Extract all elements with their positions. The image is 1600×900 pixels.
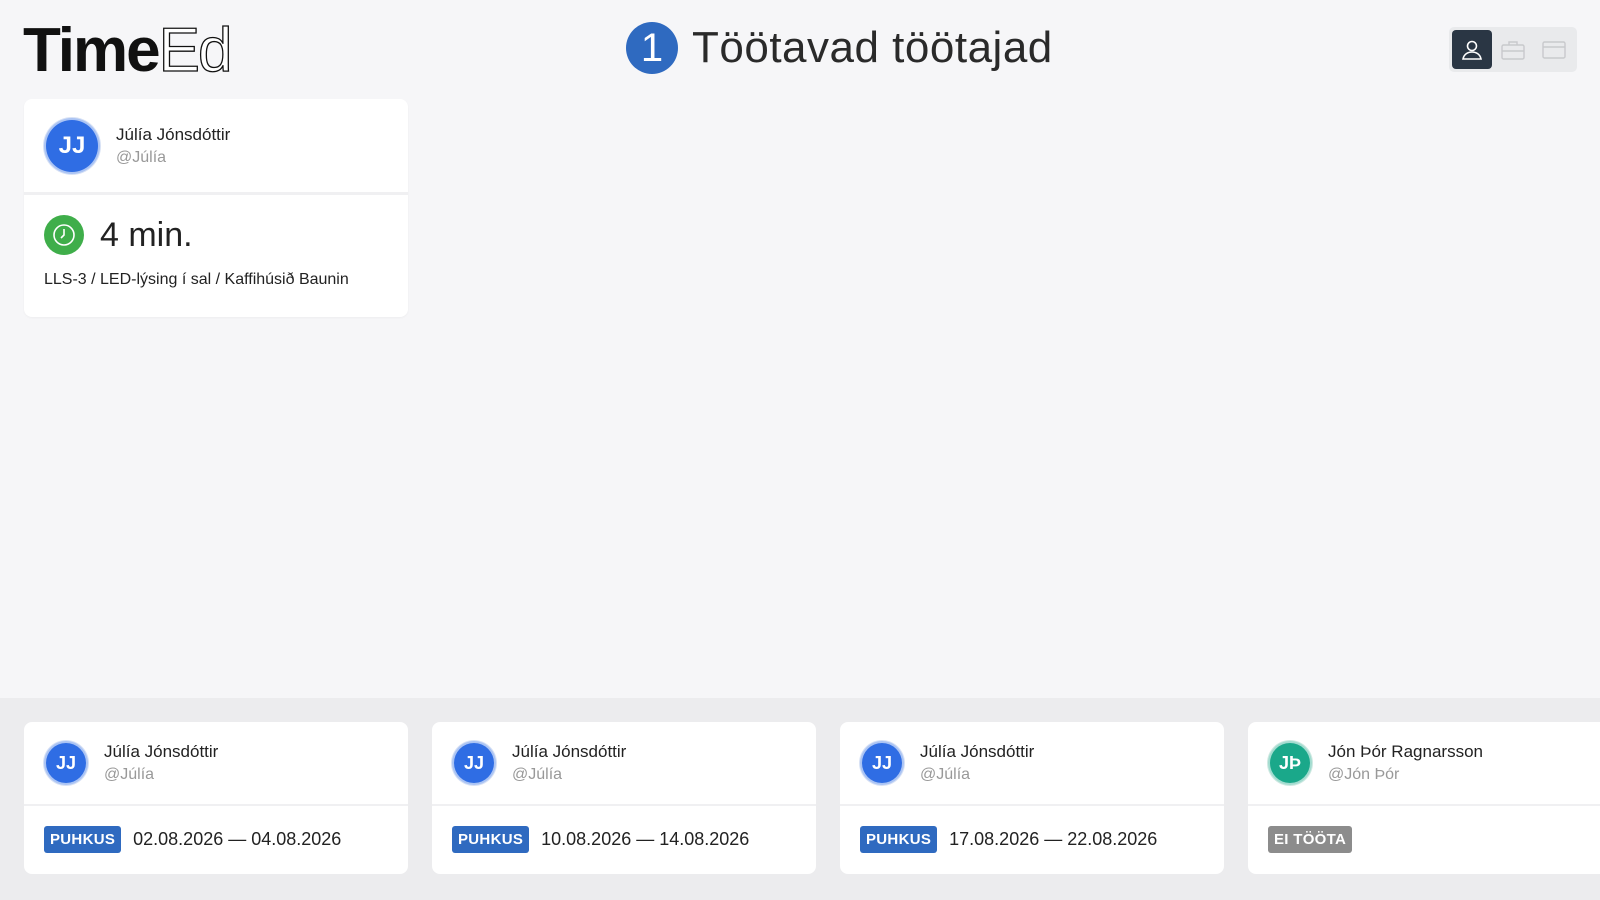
view-projects-button[interactable]: [1493, 30, 1533, 69]
view-cards-button[interactable]: [1534, 30, 1574, 69]
employee-name: Júlía Jónsdóttir: [104, 742, 219, 761]
view-employees-button[interactable]: [1452, 30, 1492, 69]
employee-handle: @Júlía: [116, 148, 167, 166]
logo-light-text: Ed: [158, 15, 233, 85]
employee-handle: @Jón Þór: [1328, 766, 1400, 783]
timeed-logo: Time Ed: [23, 15, 233, 86]
date-range: 02.08.2026 — 04.08.2026: [133, 829, 342, 849]
employee-header: JJ Júlía Jónsdóttir @Júlía: [24, 99, 408, 195]
status-badge: EI TÖÖTA: [1268, 826, 1353, 853]
card-icon: [1542, 40, 1566, 59]
avatar: JJ: [452, 741, 496, 785]
elapsed-time: 4 min.: [100, 215, 193, 254]
employee-name: Júlía Jónsdóttir: [116, 124, 231, 144]
schedule-strip: JJ Júlía Jónsdóttir @Júlía PUHKUS 02.08.…: [0, 698, 1600, 900]
page-header: 1 Töötavad töötajad: [626, 22, 1053, 74]
employee-name: Júlía Jónsdóttir: [920, 742, 1035, 761]
active-count-badge: 1: [626, 22, 678, 74]
employee-handle: @Júlía: [920, 766, 971, 783]
employee-handle: @Júlía: [512, 766, 563, 783]
view-switch: [1449, 27, 1577, 72]
avatar: JJ: [44, 741, 88, 785]
employee-name: Jón Þór Ragnarsson: [1328, 742, 1483, 761]
status-badge: PUHKUS: [860, 826, 938, 853]
schedule-card[interactable]: JJ Júlía Jónsdóttir @Júlía PUHKUS 02.08.…: [24, 722, 408, 874]
employee-handle: @Júlía: [104, 766, 155, 783]
avatar: JÞ: [1268, 741, 1312, 785]
schedule-card[interactable]: JÞ Jón Þór Ragnarsson @Jón Þór EI TÖÖTA: [1248, 722, 1600, 874]
clock-icon: [44, 215, 84, 255]
page-title: Töötavad töötajad: [692, 23, 1053, 72]
schedule-card[interactable]: JJ Júlía Jónsdóttir @Júlía PUHKUS 10.08.…: [432, 722, 816, 874]
date-range: 17.08.2026 — 22.08.2026: [949, 829, 1158, 849]
briefcase-icon: [1501, 40, 1525, 60]
status-badge: PUHKUS: [452, 826, 530, 853]
avatar: JJ: [860, 741, 904, 785]
schedule-card[interactable]: JJ Júlía Jónsdóttir @Júlía PUHKUS 17.08.…: [840, 722, 1224, 874]
avatar: JJ: [44, 117, 100, 174]
task-path: LLS-3 / LED-lýsing í sal / Kaffihúsið Ba…: [44, 271, 349, 288]
user-icon: [1462, 40, 1482, 60]
logo-bold-text: Time: [23, 16, 161, 85]
active-employee-card[interactable]: JJ Júlía Jónsdóttir @Júlía 4 min. LLS-3 …: [24, 99, 408, 317]
status-badge: PUHKUS: [44, 826, 122, 853]
date-range: 10.08.2026 — 14.08.2026: [541, 829, 750, 849]
employee-name: Júlía Jónsdóttir: [512, 742, 627, 761]
